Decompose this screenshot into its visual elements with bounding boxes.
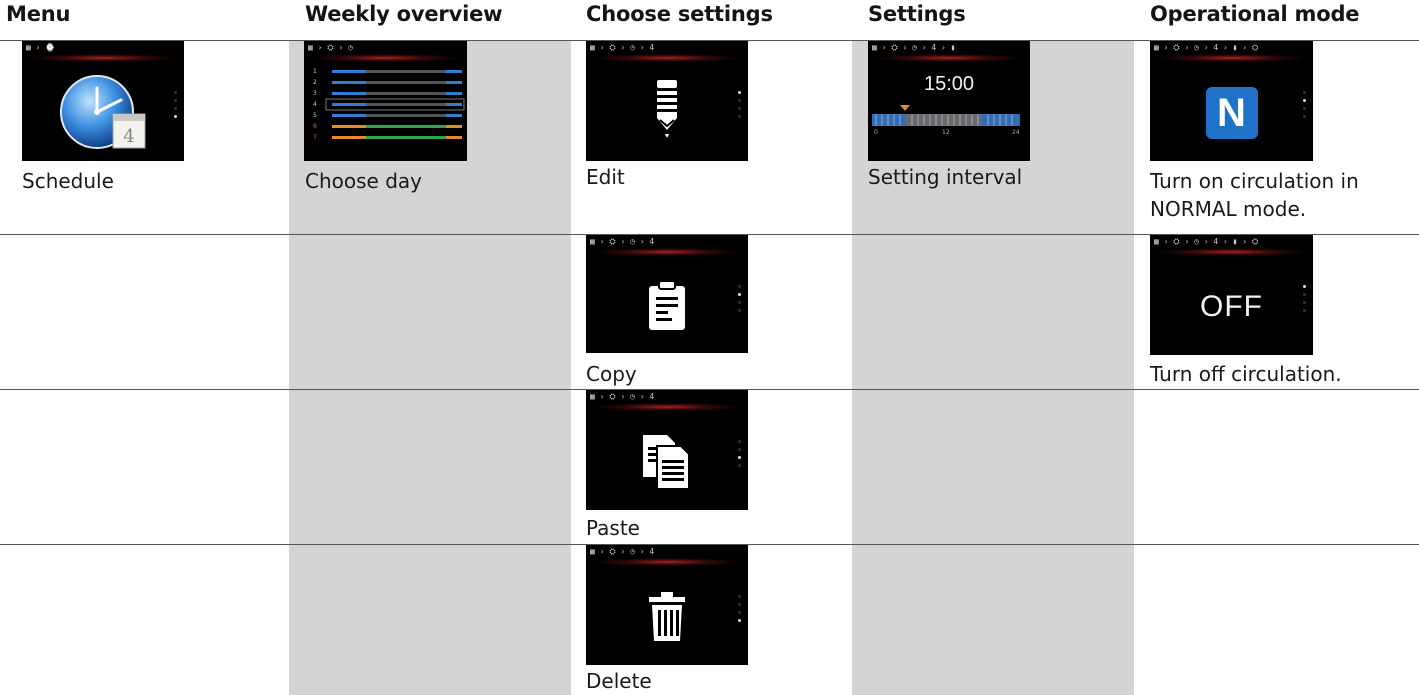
header-glow	[1160, 248, 1303, 256]
breadcrumb: ▦ › ⛭ › ◷ › 4 › ▮ › ⛭	[1154, 43, 1259, 52]
page-indicator	[738, 91, 741, 123]
day-number: 7	[313, 134, 317, 141]
normal-mode-letter: N	[1217, 91, 1246, 135]
page-indicator	[1303, 285, 1306, 317]
page-indicator	[174, 91, 177, 123]
normal-mode-label: Turn on circulation in NORMAL mode.	[1150, 167, 1359, 223]
edit-label: Edit	[586, 165, 625, 189]
off-mode-label: Turn off circulation.	[1150, 362, 1342, 386]
copy-screen[interactable]: ▦ › ⛭ › ◷ › 4	[586, 235, 748, 353]
schedule-screen[interactable]: ▦ › ⌚ 4	[22, 41, 184, 161]
choose-day-screen[interactable]: ▦ › ⛭ › ◷ 1 2 3 4 5 6 7	[304, 41, 467, 161]
page-indicator	[1303, 91, 1306, 123]
svg-text:4: 4	[123, 126, 134, 147]
off-mode-text: OFF	[1200, 290, 1263, 323]
header-glow	[596, 248, 738, 256]
breadcrumb: ▦ › ⛭ › ◷ › 4 › ▮ › ⛭	[1154, 237, 1259, 246]
header-glow	[32, 54, 174, 62]
day-number: 2	[313, 79, 317, 86]
header-settings: Settings	[868, 2, 966, 26]
breadcrumb: ▦ › ⛭ › ◷ › 4	[590, 43, 655, 52]
normal-mode-icon: N	[1205, 87, 1258, 139]
breadcrumb: ▦ › ⌚	[26, 43, 56, 52]
header-operational-mode: Operational mode	[1150, 2, 1360, 26]
header-choose-settings: Choose settings	[586, 2, 773, 26]
breadcrumb: ▦ › ⛭ › ◷ › 4	[590, 547, 655, 556]
setting-interval-screen[interactable]: ▦ › ⛭ › ◷ › 4 › ▮ 15:00 0 12 24	[868, 41, 1030, 161]
header-glow	[596, 54, 738, 62]
interval-timeline	[872, 105, 1020, 126]
header-glow	[596, 403, 738, 411]
day-number: 3	[313, 90, 317, 97]
normal-mode-label-line1: Turn on circulation in	[1150, 169, 1359, 193]
paste-documents-icon	[643, 435, 690, 490]
day-number: 4	[313, 101, 317, 108]
paste-label: Paste	[586, 516, 640, 540]
page-indicator	[738, 440, 741, 472]
setting-interval-label: Setting interval	[868, 165, 1023, 189]
day-number: 1	[313, 68, 317, 75]
trash-icon	[649, 592, 685, 641]
pencil-icon	[657, 80, 677, 138]
header-weekly-overview: Weekly overview	[305, 2, 503, 26]
delete-label: Delete	[586, 669, 652, 693]
choose-day-label: Choose day	[305, 169, 422, 193]
copy-label: Copy	[586, 362, 637, 386]
breadcrumb: ▦ › ⛭ › ◷ › 4	[590, 237, 655, 246]
weekly-day-bars	[325, 70, 465, 139]
header-menu: Menu	[6, 2, 71, 26]
delete-screen[interactable]: ▦ › ⛭ › ◷ › 4	[586, 545, 748, 665]
tick-label-mid: 12	[942, 129, 950, 136]
page-indicator	[738, 284, 741, 317]
breadcrumb: ▦ › ⛭ › ◷ › 4	[590, 392, 655, 401]
normal-mode-screen[interactable]: ▦ › ⛭ › ◷ › 4 › ▮ › ⛭ N	[1150, 41, 1313, 161]
day-list: 1 2 3 4 5 6 7	[313, 66, 317, 143]
paste-screen[interactable]: ▦ › ⛭ › ◷ › 4	[586, 390, 748, 510]
normal-mode-label-line2: NORMAL mode.	[1150, 197, 1307, 221]
day-number: 5	[313, 112, 317, 119]
tick-label-end: 24	[1012, 129, 1020, 136]
header-glow	[596, 558, 738, 566]
tick-label-start: 0	[874, 129, 878, 136]
clipboard-icon	[649, 280, 685, 330]
edit-screen[interactable]: ▦ › ⛭ › ◷ › 4	[586, 41, 748, 161]
schedule-label: Schedule	[22, 169, 114, 193]
clock-calendar-icon: 4	[60, 75, 146, 149]
header-glow	[1160, 54, 1303, 62]
page-indicator	[738, 595, 741, 627]
off-mode-screen[interactable]: ▦ › ⛭ › ◷ › 4 › ▮ › ⛭ OFF	[1150, 235, 1313, 355]
day-number: 6	[313, 123, 317, 130]
